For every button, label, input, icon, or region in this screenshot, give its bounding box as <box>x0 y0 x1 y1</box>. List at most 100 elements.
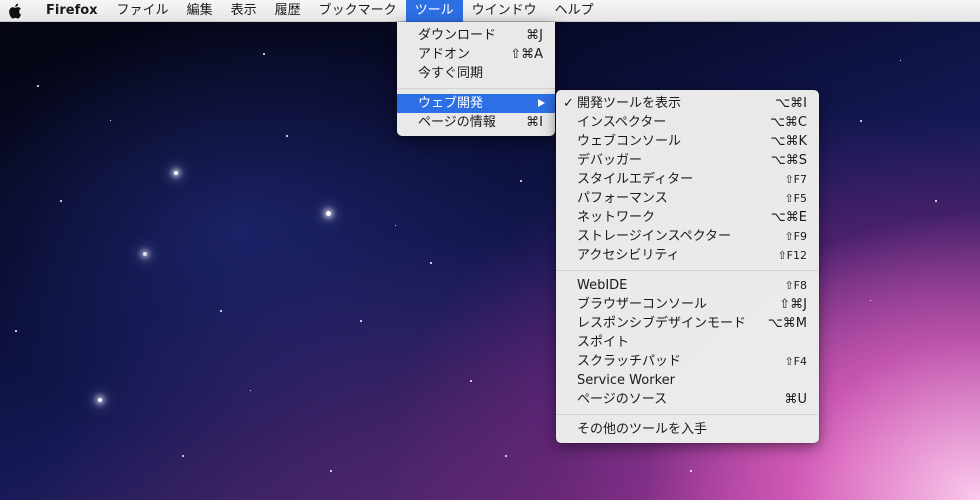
star <box>360 320 362 322</box>
star <box>520 180 522 182</box>
menubar-help[interactable]: ヘルプ <box>546 0 603 22</box>
menu-item-label: ウェブコンソール <box>577 134 682 149</box>
star <box>326 211 331 216</box>
menu-item-label: スポイト <box>577 335 630 350</box>
menu-item-service-worker[interactable]: Service Worker <box>556 371 819 390</box>
star <box>860 120 862 122</box>
web-developer-submenu: ✓ 開発ツールを表示 ⌥⌘I インスペクター ⌥⌘C ウェブコンソール ⌥⌘K … <box>556 90 819 443</box>
star <box>15 330 17 332</box>
submenu-arrow-icon <box>538 99 545 107</box>
menubar-edit[interactable]: 編集 <box>178 0 222 22</box>
star <box>143 252 147 256</box>
star <box>37 85 39 87</box>
menu-item-shortcut: ⌘U <box>784 392 807 407</box>
menu-item-network[interactable]: ネットワーク ⌥⌘E <box>556 208 819 227</box>
star <box>263 53 265 55</box>
star <box>98 398 102 402</box>
menu-item-page-source[interactable]: ページのソース ⌘U <box>556 390 819 409</box>
menu-item-label: パフォーマンス <box>577 191 668 206</box>
menu-item-label: ダウンロード <box>418 28 497 43</box>
menu-item-webide[interactable]: WebIDE ⇧F8 <box>556 276 819 295</box>
menu-item-label: アドオン <box>418 47 471 62</box>
menu-item-downloads[interactable]: ダウンロード ⌘J <box>397 26 555 45</box>
menu-item-shortcut: ⇧⌘A <box>510 47 543 62</box>
menu-item-shortcut: ⌥⌘M <box>767 316 807 331</box>
menu-item-label: その他のツールを入手 <box>577 422 708 437</box>
menu-item-shortcut: ⌥⌘C <box>769 115 807 130</box>
menubar-window[interactable]: ウインドウ <box>463 0 546 22</box>
star <box>60 200 62 202</box>
menu-item-label: スタイルエディター <box>577 172 694 187</box>
menu-item-responsive-design-mode[interactable]: レスポンシブデザインモード ⌥⌘M <box>556 314 819 333</box>
menu-item-get-more-tools[interactable]: その他のツールを入手 <box>556 420 819 439</box>
menu-item-shortcut: ⇧F8 <box>784 279 807 292</box>
star <box>505 455 507 457</box>
menu-item-shortcut: ⌥⌘I <box>775 96 807 111</box>
menubar-tools[interactable]: ツール <box>405 0 463 22</box>
menu-item-shortcut: ⇧F4 <box>784 355 807 368</box>
star <box>430 262 432 264</box>
menu-item-debugger[interactable]: デバッガー ⌥⌘S <box>556 151 819 170</box>
menu-item-page-info[interactable]: ページの情報 ⌘I <box>397 113 555 132</box>
star <box>330 470 332 472</box>
star <box>870 300 871 301</box>
menu-item-toggle-tools[interactable]: ✓ 開発ツールを表示 ⌥⌘I <box>556 94 819 113</box>
star <box>286 135 288 137</box>
menu-item-label: Service Worker <box>577 373 675 388</box>
star <box>174 171 178 175</box>
menu-item-shortcut: ⇧F9 <box>784 230 807 243</box>
menu-item-label: ストレージインスペクター <box>577 229 732 244</box>
menu-item-performance[interactable]: パフォーマンス ⇧F5 <box>556 189 819 208</box>
apple-logo-icon[interactable] <box>0 0 34 22</box>
star <box>690 470 692 472</box>
menu-item-shortcut: ⌘J <box>526 28 543 43</box>
star <box>935 200 937 202</box>
menu-item-shortcut: ⌥⌘K <box>770 134 807 149</box>
checkmark-icon: ✓ <box>563 96 574 111</box>
menu-item-label: ブラウザーコンソール <box>577 297 708 312</box>
menu-item-shortcut: ⌥⌘S <box>770 153 807 168</box>
menu-item-label: ウェブ開発 <box>418 96 484 111</box>
menu-separator <box>556 414 819 415</box>
star <box>110 120 111 121</box>
menu-item-label: デバッガー <box>577 153 643 168</box>
star <box>470 380 472 382</box>
menu-item-shortcut: ⇧F7 <box>784 173 807 186</box>
menu-item-storage-inspector[interactable]: ストレージインスペクター ⇧F9 <box>556 227 819 246</box>
star <box>250 390 251 391</box>
menu-bar: Firefox ファイル 編集 表示 履歴 ブックマーク ツール ウインドウ ヘ… <box>0 0 980 22</box>
menu-item-inspector[interactable]: インスペクター ⌥⌘C <box>556 113 819 132</box>
menubar-view[interactable]: 表示 <box>222 0 266 22</box>
menubar-bookmarks[interactable]: ブックマーク <box>310 0 406 22</box>
menu-item-label: WebIDE <box>577 278 628 293</box>
menu-separator <box>397 88 555 89</box>
menu-item-scratchpad[interactable]: スクラッチパッド ⇧F4 <box>556 352 819 371</box>
menubar-file[interactable]: ファイル <box>108 0 178 22</box>
star <box>220 310 222 312</box>
menu-item-shortcut: ⇧⌘J <box>779 297 807 312</box>
menu-item-shortcut: ⇧F5 <box>784 192 807 205</box>
tools-menu: ダウンロード ⌘J アドオン ⇧⌘A 今すぐ同期 ウェブ開発 ページの情報 ⌘I <box>397 22 555 136</box>
menubar-app-name[interactable]: Firefox <box>34 0 108 22</box>
star <box>900 60 901 61</box>
menu-item-web-console[interactable]: ウェブコンソール ⌥⌘K <box>556 132 819 151</box>
menubar-history[interactable]: 履歴 <box>266 0 310 22</box>
menu-item-label: 開発ツールを表示 <box>577 96 682 111</box>
menu-item-style-editor[interactable]: スタイルエディター ⇧F7 <box>556 170 819 189</box>
menu-item-label: 今すぐ同期 <box>418 66 484 81</box>
menu-item-web-developer[interactable]: ウェブ開発 <box>397 94 555 113</box>
menu-item-label: アクセシビリティ <box>577 248 680 263</box>
menu-item-shortcut: ⌥⌘E <box>770 210 807 225</box>
menu-item-shortcut: ⌘I <box>526 115 543 130</box>
menu-item-sync-now[interactable]: 今すぐ同期 <box>397 64 555 83</box>
menu-item-label: インスペクター <box>577 115 667 130</box>
menu-item-browser-console[interactable]: ブラウザーコンソール ⇧⌘J <box>556 295 819 314</box>
menu-item-eyedropper[interactable]: スポイト <box>556 333 819 352</box>
menu-separator <box>556 270 819 271</box>
menu-item-label: レスポンシブデザインモード <box>577 316 747 331</box>
menu-item-label: ネットワーク <box>577 210 656 225</box>
menu-item-addons[interactable]: アドオン ⇧⌘A <box>397 45 555 64</box>
menu-item-label: スクラッチパッド <box>577 354 682 369</box>
menu-item-accessibility[interactable]: アクセシビリティ ⇧F12 <box>556 246 819 265</box>
menu-item-label: ページの情報 <box>418 115 496 130</box>
